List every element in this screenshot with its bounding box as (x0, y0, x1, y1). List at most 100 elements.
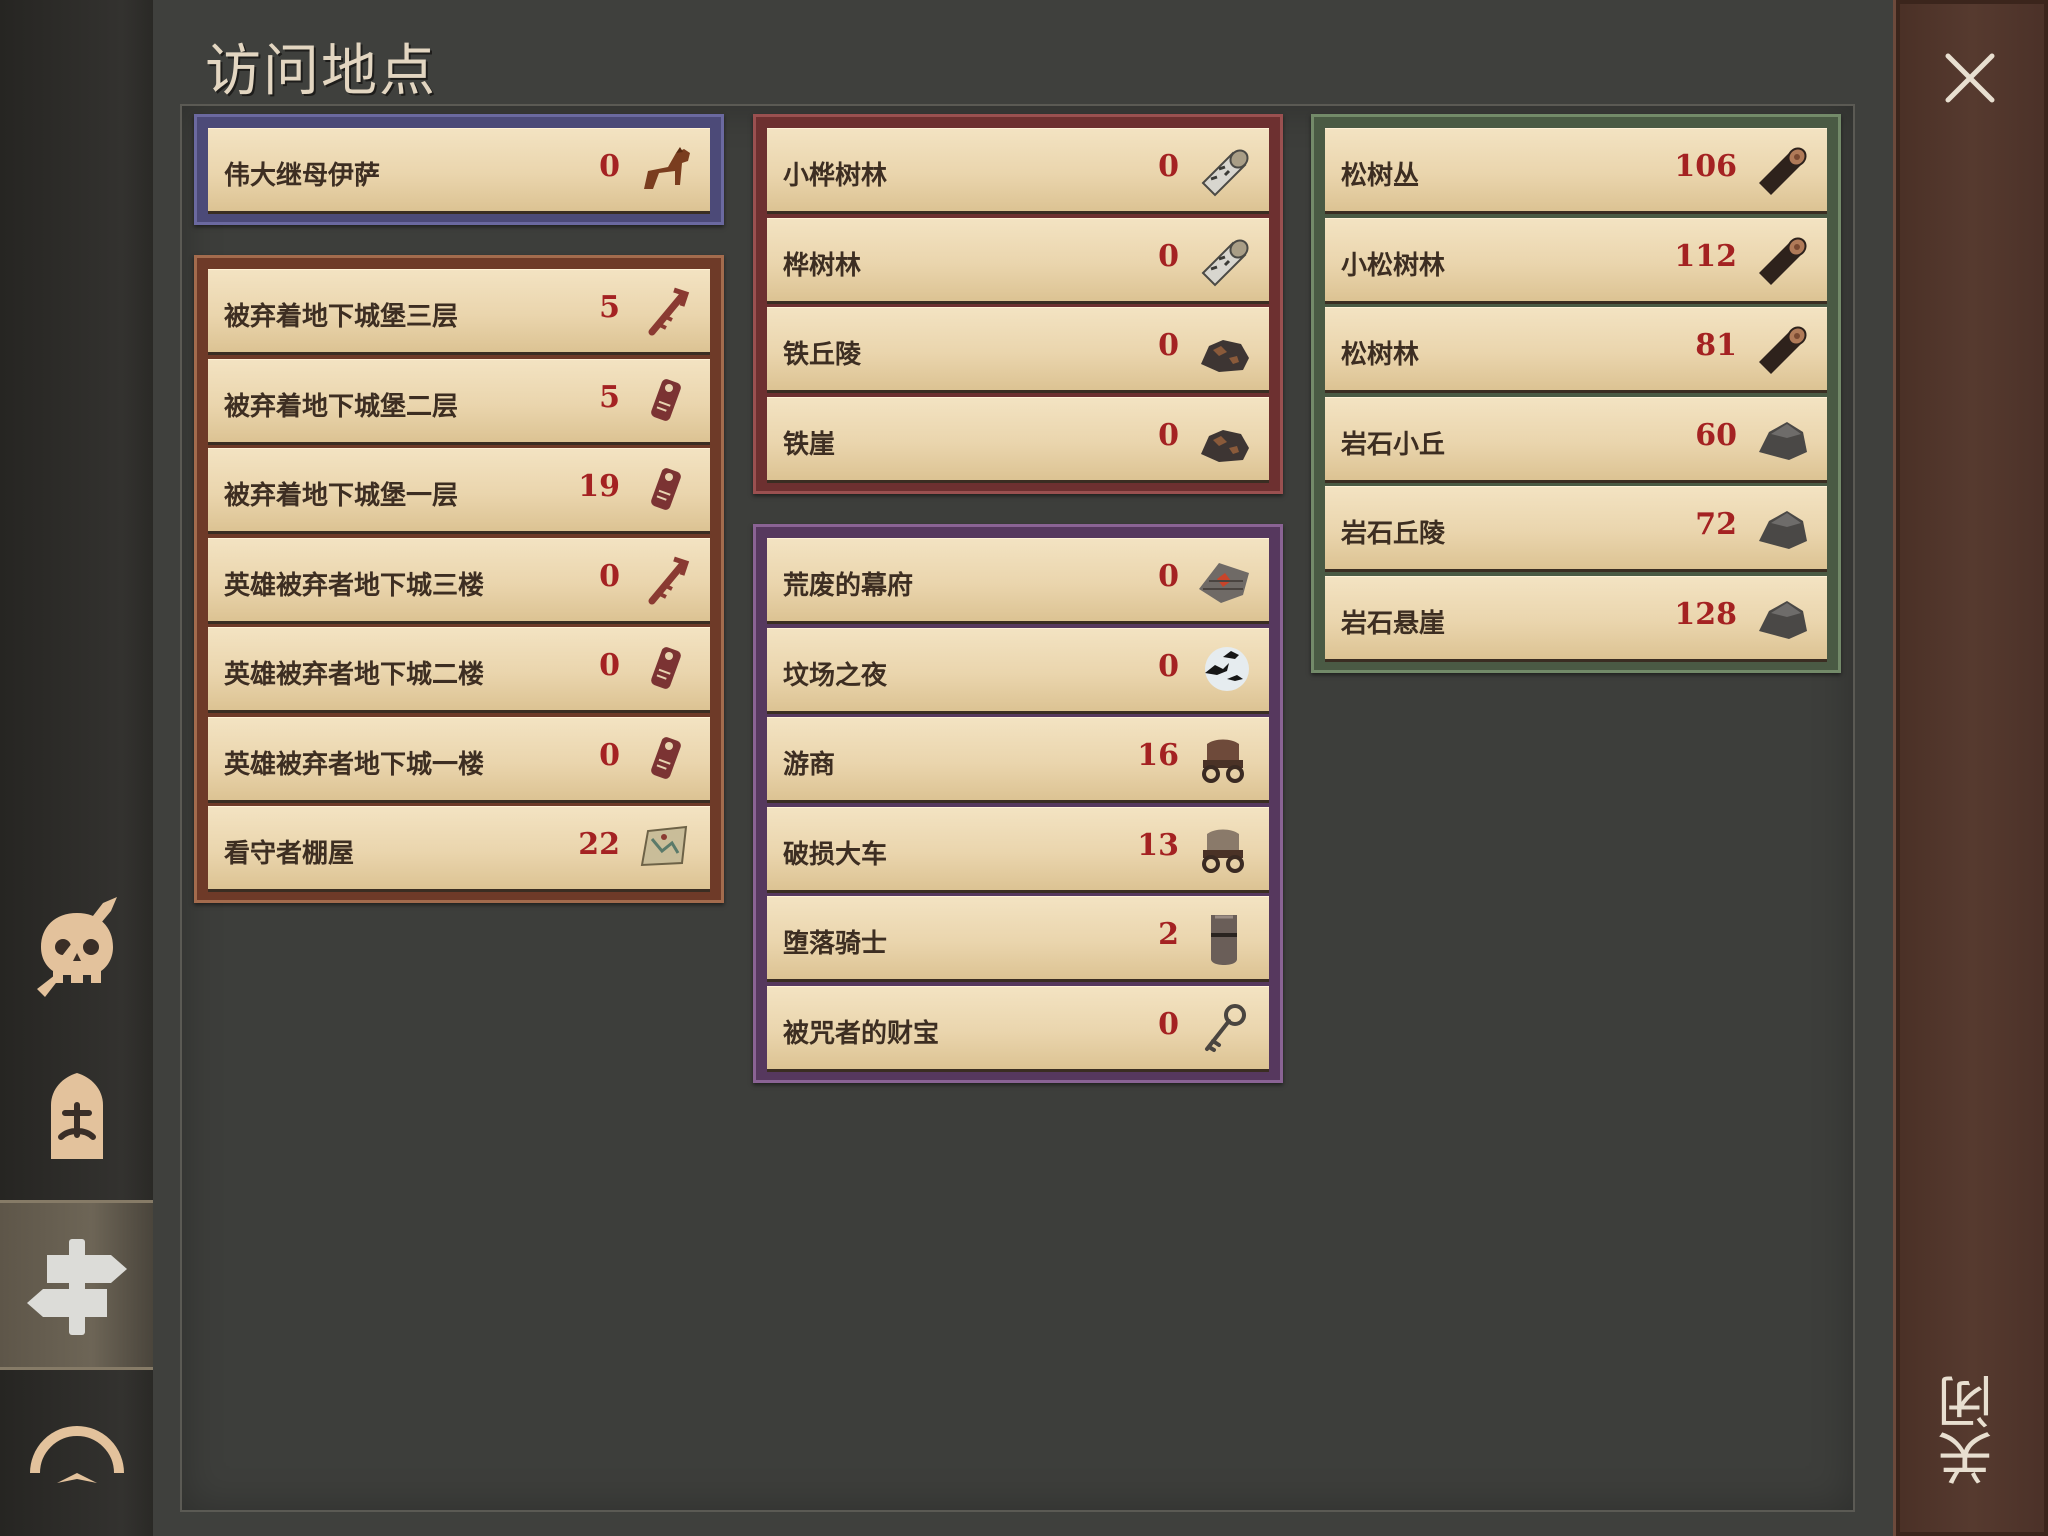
location-count: 60 (1695, 417, 1737, 453)
location-row[interactable]: 英雄被弃者地下城二楼 0 (208, 627, 710, 713)
location-name: 铁崖 (783, 429, 836, 460)
location-group-purple: 伟大继母伊萨 0 (194, 114, 724, 225)
location-name: 小松树林 (1341, 250, 1446, 281)
location-count: 22 (578, 827, 620, 862)
ruins-icon (1193, 549, 1255, 611)
pine-log-icon (1751, 318, 1813, 380)
knight-helmet-icon (1193, 907, 1255, 969)
location-count: 0 (599, 558, 620, 594)
location-name: 堕落骑士 (783, 929, 888, 959)
location-group-rust: 被弃着地下城堡三层 5 被弃着地下城堡二层 5 被弃着地下城堡一层 19 英雄被… (194, 255, 724, 903)
location-row[interactable]: 被咒者的财宝 0 (767, 985, 1269, 1072)
horse-icon (634, 139, 696, 201)
location-count: 72 (1695, 507, 1737, 542)
location-count: 0 (1158, 149, 1179, 184)
location-row[interactable]: 小松树林 112 (1325, 217, 1827, 304)
location-group-violet: 荒废的幕府 0 坟场之夜 0 游商 16 破损大车 13 堕落骑士 2 被咒者的… (753, 524, 1283, 1083)
location-name: 看守者棚屋 (224, 839, 355, 869)
left-sidebar (0, 0, 153, 1536)
location-count: 0 (599, 149, 620, 184)
location-row[interactable]: 松树丛 106 (1325, 128, 1827, 214)
location-count: 5 (599, 379, 620, 415)
birch-log-icon (1193, 139, 1255, 201)
pine-log-icon (1751, 229, 1813, 291)
location-row[interactable]: 岩石丘陵 72 (1325, 486, 1827, 572)
location-row[interactable]: 看守者棚屋 22 (208, 806, 710, 892)
location-count: 13 (1137, 827, 1179, 863)
close-button-label[interactable]: 关闭 (1930, 1370, 2010, 1490)
location-name: 英雄被弃者地下城三楼 (224, 570, 485, 601)
location-name: 岩石丘陵 (1341, 519, 1446, 549)
location-name: 松树丛 (1341, 161, 1420, 191)
wagon-icon (1193, 818, 1255, 880)
location-name: 被弃着地下城堡三层 (224, 302, 459, 332)
location-count: 0 (1158, 559, 1179, 594)
tag-map-icon (634, 459, 696, 521)
tab-skull[interactable] (0, 860, 153, 1030)
skull-dagger-icon (36, 897, 117, 997)
location-row[interactable]: 被弃着地下城堡一层 19 (208, 448, 710, 534)
location-row[interactable]: 坟场之夜 0 (767, 627, 1269, 714)
location-name: 被弃着地下城堡二层 (224, 391, 459, 422)
close-icon[interactable] (1940, 48, 2000, 108)
location-row[interactable]: 破损大车 13 (767, 806, 1269, 893)
location-count: 0 (1158, 648, 1179, 684)
stone-icon (1751, 408, 1813, 470)
location-count: 0 (1158, 417, 1179, 453)
location-row[interactable]: 岩石悬崖 128 (1325, 575, 1827, 662)
location-name: 英雄被弃者地下城二楼 (224, 660, 485, 690)
location-row[interactable]: 岩石小丘 60 (1325, 396, 1827, 483)
location-name: 松树林 (1341, 340, 1420, 370)
location-count: 0 (1158, 328, 1179, 363)
key-map-icon (634, 280, 696, 342)
right-close-panel[interactable] (1893, 0, 2048, 1536)
location-name: 被咒者的财宝 (783, 1018, 940, 1049)
birch-log-icon (1193, 229, 1255, 291)
scroll-map-icon (634, 817, 696, 879)
location-count: 0 (599, 737, 620, 773)
location-row[interactable]: 伟大继母伊萨 0 (208, 128, 710, 214)
location-row[interactable]: 小桦树林 0 (767, 128, 1269, 214)
stone-icon (1751, 497, 1813, 559)
iron-ore-icon (1193, 318, 1255, 380)
location-name: 小桦树林 (783, 161, 888, 191)
location-count: 128 (1674, 596, 1737, 632)
wagon-icon (1193, 728, 1255, 790)
location-row[interactable]: 荒废的幕府 0 (767, 538, 1269, 624)
location-name: 游商 (783, 750, 836, 780)
location-row[interactable]: 桦树林 0 (767, 217, 1269, 304)
key-icon (1193, 997, 1255, 1059)
moon-bird-icon (29, 1426, 124, 1483)
location-row[interactable]: 铁崖 0 (767, 396, 1269, 483)
location-name: 被弃着地下城堡一层 (224, 481, 459, 511)
location-name: 桦树林 (783, 250, 862, 281)
helmet-icon (50, 1073, 103, 1159)
location-row[interactable]: 被弃着地下城堡二层 5 (208, 358, 710, 445)
iron-ore-icon (1193, 408, 1255, 470)
location-row[interactable]: 松树林 81 (1325, 307, 1827, 393)
location-name: 铁丘陵 (783, 340, 862, 370)
location-name: 荒废的幕府 (783, 571, 914, 601)
location-row[interactable]: 英雄被弃者地下城一楼 0 (208, 716, 710, 803)
location-row[interactable]: 堕落骑士 2 (767, 896, 1269, 982)
tab-helmet[interactable] (0, 1030, 153, 1200)
location-name: 英雄被弃者地下城一楼 (224, 749, 485, 780)
location-row[interactable]: 铁丘陵 0 (767, 307, 1269, 393)
tab-signpost[interactable] (0, 1200, 153, 1370)
pine-log-icon (1751, 139, 1813, 201)
location-count: 112 (1674, 238, 1737, 274)
location-row[interactable]: 英雄被弃者地下城三楼 0 (208, 537, 710, 624)
location-name: 岩石悬崖 (1341, 608, 1446, 639)
location-count: 19 (578, 469, 620, 504)
location-count: 0 (599, 648, 620, 683)
location-count: 16 (1137, 738, 1179, 773)
stone-icon (1751, 587, 1813, 649)
location-count: 81 (1695, 328, 1737, 363)
location-group-green: 松树丛 106 小松树林 112 松树林 81 岩石小丘 60 岩石丘陵 72 … (1311, 114, 1841, 673)
location-row[interactable]: 被弃着地下城堡三层 5 (208, 269, 710, 355)
location-name: 坟场之夜 (783, 660, 888, 691)
location-count: 2 (1158, 917, 1179, 952)
tab-moon[interactable] (0, 1370, 153, 1536)
location-group-red: 小桦树林 0 桦树林 0 铁丘陵 0 铁崖 0 (753, 114, 1283, 494)
location-row[interactable]: 游商 16 (767, 717, 1269, 803)
